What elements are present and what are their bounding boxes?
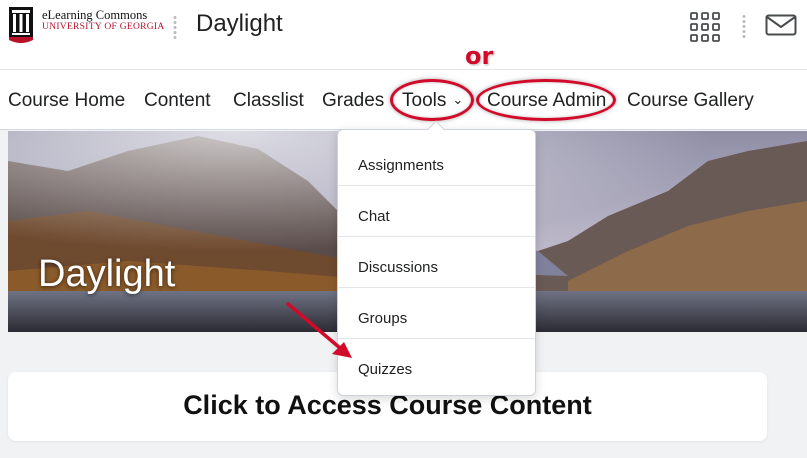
red-arrow-icon [286,302,352,358]
menu-item-label: Discussions [358,259,439,276]
menu-item-label: Chat [358,208,390,225]
tools-dropdown-menu: Assignments Chat Discussions Groups Quiz… [337,120,536,396]
menu-item-discussions[interactable]: Discussions [338,237,535,288]
header-divider [173,15,177,39]
top-header: eLearning Commons UNIVERSITY OF GEORGIA … [0,0,807,70]
menu-item-label: Assignments [358,157,444,174]
nav-content[interactable]: Content [144,90,211,112]
course-title[interactable]: Daylight [196,10,283,38]
envelope-icon[interactable] [765,14,797,36]
menu-item-label: Groups [358,310,408,327]
logo-line-2: UNIVERSITY OF GEORGIA [42,22,165,32]
arch-icon [9,7,33,43]
nav-course-home[interactable]: Course Home [8,90,125,112]
nav-course-gallery[interactable]: Course Gallery [627,90,754,112]
nav-classlist[interactable]: Classlist [233,90,304,112]
or-annotation: or [465,42,494,70]
course-admin-highlight-ellipse [476,79,616,121]
tools-highlight-ellipse [390,79,474,121]
banner-title: Daylight [38,253,176,295]
nav-grades[interactable]: Grades [322,90,384,112]
menu-item-groups[interactable]: Groups [338,288,535,339]
uga-logo[interactable]: eLearning Commons UNIVERSITY OF GEORGIA [8,6,168,46]
logo-line-1: eLearning Commons [42,8,148,22]
menu-item-assignments[interactable]: Assignments [338,135,535,186]
menu-item-label: Quizzes [358,361,413,378]
menu-item-chat[interactable]: Chat [338,186,535,237]
header-divider-2 [742,14,746,38]
waffle-grid-icon[interactable] [690,12,720,42]
menu-item-quizzes[interactable]: Quizzes [338,339,535,390]
